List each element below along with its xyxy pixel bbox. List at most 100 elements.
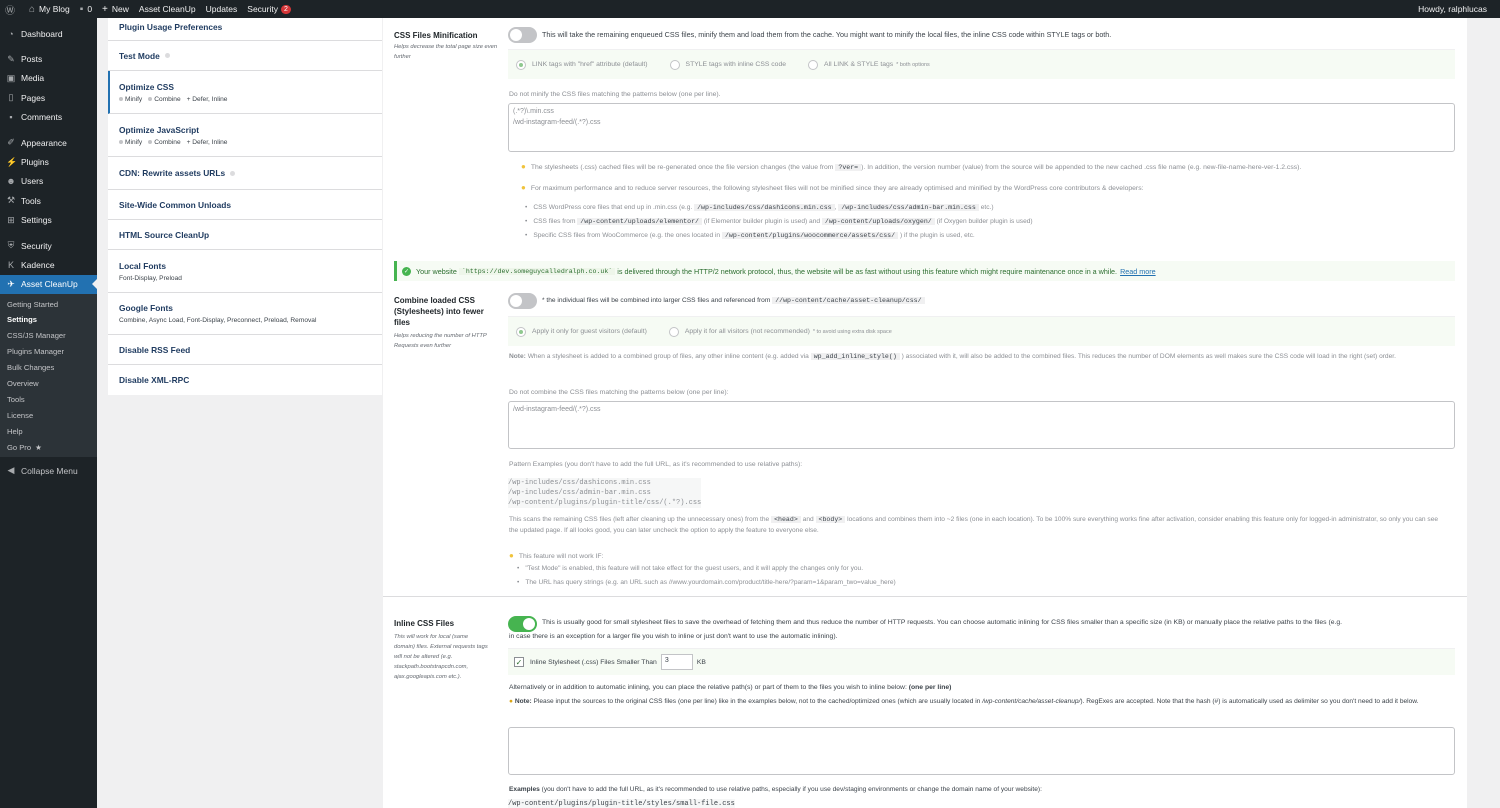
security-link[interactable]: Security 2	[242, 0, 296, 18]
account-link[interactable]: Howdy, ralphlucas	[1413, 0, 1492, 18]
submenu-tools[interactable]: Tools	[0, 391, 97, 407]
notice-text: Your website	[416, 266, 457, 276]
combine-toggle[interactable]	[508, 293, 537, 309]
submenu-help[interactable]: Help	[0, 423, 97, 439]
radio-all-tags[interactable]: All LINK & STYLE tags * both options	[808, 59, 930, 70]
combine-description: Helps reducing the number of HTTP Reques…	[394, 333, 487, 349]
nav-cdn[interactable]: CDN: Rewrite assets URLs	[108, 157, 382, 190]
asset-cleanup-link[interactable]: Asset CleanUp	[134, 0, 201, 18]
radio-label: All LINK & STYLE tags	[824, 61, 894, 68]
menu-comments[interactable]: ▪ Comments	[0, 108, 97, 127]
menu-kadence[interactable]: K Kadence	[0, 255, 97, 274]
nav-disable-xmlrpc[interactable]: Disable XML-RPC	[108, 365, 382, 395]
settings-icon: ⊞	[7, 214, 15, 225]
minify-description: Helps decrease the total page size even …	[394, 44, 498, 60]
nav-disable-rss[interactable]: Disable RSS Feed	[108, 335, 382, 365]
menu-posts[interactable]: ✎ Posts	[0, 49, 97, 68]
menu-security[interactable]: ⛨ Security	[0, 236, 97, 255]
asset-cleanup-icon: ✈	[7, 278, 15, 289]
shield-icon: ⛨	[7, 240, 15, 251]
minify-toggle-text: This will take the remaining enqueued CS…	[542, 30, 1112, 39]
nav-test-mode[interactable]: Test Mode	[108, 41, 382, 71]
menu-asset-cleanup[interactable]: ✈ Asset CleanUp	[0, 274, 97, 295]
menu-label: Comments	[21, 112, 63, 123]
site-name: My Blog	[39, 4, 70, 14]
asset-cleanup-label: Asset CleanUp	[138, 4, 196, 14]
inline-alt-text: Alternatively or in addition to automati…	[509, 684, 952, 691]
dashboard-icon: ◔	[8, 28, 14, 39]
menu-label: Posts	[21, 54, 43, 65]
menu-label: Asset CleanUp	[21, 279, 78, 290]
updates-label: Updates	[205, 4, 238, 14]
menu-dashboard[interactable]: ◔ Dashboard	[0, 24, 97, 43]
inline-example-1: /wp-content/plugins/plugin-title/styles/…	[508, 799, 735, 808]
security-badge: 2	[281, 4, 291, 14]
minify-toggle[interactable]	[508, 27, 537, 43]
menu-users[interactable]: ☻ Users	[0, 172, 97, 191]
wordpress-icon: Ⓦ	[5, 5, 15, 17]
nav-html-source-cleanup[interactable]: HTML Source CleanUp	[108, 220, 382, 250]
site-name-link[interactable]: ⌂ My Blog	[24, 0, 75, 18]
http2-notice: ✓ Your website `https://dev.someguycalle…	[394, 261, 1455, 281]
submenu-plugins-manager[interactable]: Plugins Manager	[0, 344, 97, 360]
menu-tools[interactable]: ⚒ Tools	[0, 191, 97, 210]
submenu-license[interactable]: License	[0, 407, 97, 423]
collapse-menu-button[interactable]: ◀ Collapse Menu	[0, 461, 97, 480]
asset-cleanup-submenu: Getting Started Settings CSS/JS Manager …	[0, 294, 97, 457]
combine-scan-text: This scans the remaining CSS files (left…	[509, 516, 1439, 534]
nav-title: Disable RSS Feed	[119, 344, 191, 355]
wordpress-logo-button[interactable]: Ⓦ	[0, 0, 24, 18]
menu-appearance[interactable]: ✐ Appearance	[0, 133, 97, 152]
submenu-settings[interactable]: Settings	[0, 312, 97, 328]
page-icon: ▯	[8, 92, 14, 103]
minify-exclude-textarea[interactable]: (.*?)\.min.css /wd-instagram-feed/(.*?).…	[508, 103, 1455, 152]
nav-optimize-javascript[interactable]: Optimize JavaScript Minify Combine + Defer…	[108, 114, 382, 157]
menu-label: Plugins	[21, 157, 49, 168]
menu-label: Settings	[21, 215, 52, 226]
menu-media[interactable]: ▣ Media	[0, 69, 97, 88]
minify-exclude-label: Do not minify the CSS files matching the…	[509, 91, 721, 98]
comments-link[interactable]: ▪ 0	[75, 0, 97, 18]
nav-google-fonts[interactable]: Google Fonts Combine, Async Load, Font-Di…	[108, 293, 382, 335]
nav-optimize-css[interactable]: Optimize CSS Minify Combine + Defer, Inlin…	[108, 71, 382, 114]
radio-label: Apply it only for guest visitors (defaul…	[532, 328, 647, 335]
active-menu-arrow	[92, 279, 97, 289]
radio-style-tags[interactable]: STYLE tags with inline CSS code	[669, 59, 786, 70]
combine-radio-group: Apply it only for guest visitors (defaul…	[508, 316, 1455, 346]
radio-link-tags[interactable]: LINK tags with "href" attribute (default…	[516, 59, 648, 70]
menu-label: Collapse Menu	[21, 465, 78, 476]
inline-note: ● Note: Please input the sources to the …	[509, 698, 1419, 705]
inline-size-checkbox[interactable]: ✓	[514, 657, 524, 667]
submenu-bulk-changes[interactable]: Bulk Changes	[0, 360, 97, 376]
menu-plugins[interactable]: ⚡ Plugins	[0, 152, 97, 171]
combine-exclude-textarea[interactable]: /wd-instagram-feed/(.*?).css	[508, 401, 1455, 449]
menu-label: Kadence	[21, 259, 55, 270]
read-more-link[interactable]: Read more	[1120, 267, 1156, 276]
combine-toggle-text: * the individual files will be combined …	[542, 294, 925, 308]
inline-paths-textarea[interactable]	[508, 727, 1455, 775]
nav-plugin-usage-preferences[interactable]: Plugin Usage Preferences	[108, 18, 382, 41]
submenu-go-pro[interactable]: Go Pro ★	[0, 439, 97, 455]
submenu-getting-started[interactable]: Getting Started	[0, 296, 97, 312]
nav-site-wide-unloads[interactable]: Site-Wide Common Unloads	[108, 190, 382, 220]
nav-local-fonts[interactable]: Local Fonts Font-Display, Preload	[108, 250, 382, 293]
menu-settings[interactable]: ⊞ Settings	[0, 211, 97, 230]
radio-guest-visitors[interactable]: Apply it only for guest visitors (defaul…	[516, 326, 647, 337]
menu-label: Pages	[21, 92, 46, 103]
inline-examples-text: Examples (you don't have to add the full…	[509, 786, 1042, 793]
brush-icon: ✐	[7, 137, 15, 148]
inline-size-input[interactable]: 3	[660, 654, 693, 670]
nav-sub-minify: Minify	[125, 95, 143, 103]
nav-title: Site-Wide Common Unloads	[119, 199, 232, 210]
submenu-overview[interactable]: Overview	[0, 376, 97, 392]
warning-icon: ●	[509, 698, 513, 705]
lightbulb-icon: ●	[521, 183, 526, 192]
menu-pages[interactable]: ▯ Pages	[0, 88, 97, 107]
minify-core-item-2: CSS files from /wp-content/uploads/eleme…	[525, 216, 1033, 228]
minify-tip-version: ● The stylesheets (.css) cached files wil…	[521, 162, 1302, 171]
new-content-link[interactable]: + New	[97, 0, 134, 18]
collapse-icon: ◀	[7, 465, 15, 476]
radio-all-visitors[interactable]: Apply it for all visitors (not recommend…	[668, 326, 892, 337]
submenu-css-js-manager[interactable]: CSS/JS Manager	[0, 328, 97, 344]
updates-link[interactable]: Updates	[201, 0, 243, 18]
